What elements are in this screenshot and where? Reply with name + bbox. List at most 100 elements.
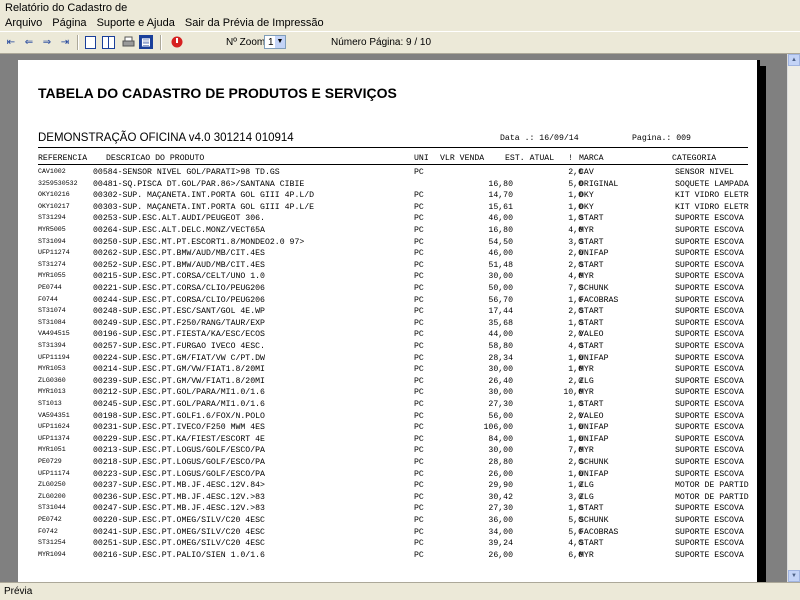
cell-marca: SCHUNK: [579, 458, 609, 467]
cell-desc: 00244-SUP.ESC.PT.CORSA/CLIO/PEUG206: [93, 295, 265, 305]
cell-desc: 00264-SUP.ESC.ALT.DELC.MONZ/VECT65A: [93, 226, 265, 235]
preview-area[interactable]: TABELA DO CADASTRO DE PRODUTOS E SERVIÇO…: [0, 54, 787, 582]
cell-marca: START: [579, 260, 604, 270]
cell-vlr: 30,00: [488, 388, 513, 398]
last-page-icon[interactable]: ⇥: [58, 35, 72, 49]
menu-arquivo[interactable]: Arquivo: [0, 16, 47, 31]
menu-pagina[interactable]: Página: [47, 16, 91, 31]
cell-marca: MYR: [579, 226, 594, 235]
cell-desc: 00212-SUP.ESC.PT.GOL/PARA/MI1.0/1.6: [93, 388, 265, 398]
table-row: F0744 00244-SUP.ESC.PT.CORSA/CLIO/PEUG206…: [18, 296, 758, 307]
report-page-number: Pagina.: 009: [632, 134, 691, 143]
cell-cat: MOTOR DE PARTID: [675, 492, 749, 502]
cell-ref: ST31044: [38, 504, 66, 512]
cell-uni: PC: [414, 272, 424, 282]
cell-ref: F0744: [38, 295, 58, 303]
cell-vlr: 29,90: [488, 481, 513, 491]
table-row: MYR1051 00213-SUP.ESC.PT.LOGUS/GOLF/ESCO/…: [18, 446, 758, 457]
scroll-up-icon[interactable]: ▲: [788, 54, 800, 66]
col-header-uni: UNI: [414, 154, 429, 163]
save-icon[interactable]: ▤: [139, 35, 153, 49]
cell-desc: 00220-SUP.ESC.PT.OMEG/SILV/C20 4ESC: [93, 516, 265, 525]
cell-marca: START: [579, 342, 604, 351]
table-row: ST31274 00252-SUP.ESC.PT.BMW/AUD/MB/CIT.4…: [18, 261, 758, 272]
cell-marca: VALEO: [579, 411, 604, 421]
cell-desc: 00245-SUP.ESC.PT.GOL/PARA/MI1.0/1.6: [93, 400, 265, 409]
cell-desc: 00221-SUP.ESC.PT.CORSA/CLIO/PEUG206: [93, 284, 265, 293]
cell-ref: ST31254: [38, 539, 66, 547]
table-row: UFP11374 00229-SUP.ESC.PT.KA/FIEST/ESCORT…: [18, 435, 758, 446]
cell-vlr: 16,80: [488, 226, 513, 235]
cell-cat: SUPORTE ESCOVA: [675, 318, 744, 328]
table-row: MYR1055 00215-SUP.ESC.PT.CORSA/CELT/UNO 1…: [18, 272, 758, 283]
cell-desc: 00213-SUP.ESC.PT.LOGUS/GOLF/ESCO/PA: [93, 446, 265, 456]
cell-marca: MYR: [579, 388, 594, 398]
cell-ref: VA594351: [38, 411, 70, 419]
cell-cat: SUPORTE ESCOVA: [675, 550, 744, 560]
cell-uni: PC: [414, 481, 424, 491]
header-top-rule: [38, 147, 748, 148]
zoom-select[interactable]: 1 ▼: [264, 35, 286, 49]
cell-uni: PC: [414, 492, 424, 502]
cell-uni: PC: [414, 249, 424, 259]
cell-ref: UFP11624: [38, 423, 70, 431]
cell-marca: START: [579, 214, 604, 224]
cell-marca: SCHUNK: [579, 516, 609, 525]
cell-desc: 00250-SUP.ESC.MT.PT.ESCORT1.8/MONDEO2.0 …: [93, 237, 305, 247]
cell-vlr: 28,80: [488, 458, 513, 467]
cell-desc: 00249-SUP.ESC.PT.F250/RANG/TAUR/EXP: [93, 318, 265, 328]
cell-marca: OKY: [579, 202, 594, 212]
cell-vlr: 36,00: [488, 516, 513, 525]
cell-marca: UNIFAP: [579, 423, 609, 433]
cell-ref: ZLG0250: [38, 481, 66, 489]
cell-ref: PE0742: [38, 516, 62, 523]
cell-marca: ORIGINAL: [579, 179, 619, 189]
table-row: MYR1013 00212-SUP.ESC.PT.GOL/PARA/MI1.0/1…: [18, 388, 758, 399]
cell-desc: 00196-SUP.ESC.PT.FIESTA/KA/ESC/ECOS: [93, 330, 265, 340]
cell-ref: PE0729: [38, 458, 62, 465]
table-row: ST31044 00247-SUP.ESC.PT.MB.JF.4ESC.12V.>…: [18, 504, 758, 515]
cell-ref: MYR1053: [38, 365, 66, 373]
next-page-icon[interactable]: ⇒: [40, 35, 54, 49]
menu-suporte[interactable]: Suporte e Ajuda: [92, 16, 180, 31]
cell-ref: UFP11374: [38, 434, 70, 442]
scroll-down-icon[interactable]: ▼: [788, 570, 800, 582]
cell-uni: PC: [414, 342, 424, 351]
cell-cat: KIT VIDRO ELETR: [675, 202, 749, 212]
chevron-down-icon[interactable]: ▼: [275, 36, 285, 48]
cell-vlr: 17,44: [488, 307, 513, 317]
table-row: 3259530532 00481-SQ.PISCA DT.GOL/PAR.86>/…: [18, 180, 758, 191]
cell-uni: PC: [414, 423, 424, 433]
cell-uni: PC: [414, 365, 424, 375]
company-name: DEMONSTRAÇÃO OFICINA v4.0 301214 010914: [38, 132, 294, 144]
print-icon[interactable]: [121, 35, 135, 49]
cell-marca: UNIFAP: [579, 353, 609, 363]
table-row: ST31074 00248-SUP.ESC.PT.ESC/SANT/GOL 4E.…: [18, 307, 758, 318]
cell-uni: PC: [414, 260, 424, 270]
first-page-icon[interactable]: ⇤: [4, 35, 18, 49]
cell-ref: MYR1051: [38, 446, 66, 454]
cell-ref: ZLG0200: [38, 492, 66, 500]
cell-ref: MYR1013: [38, 388, 66, 396]
cell-uni: PC: [414, 226, 424, 235]
cell-uni: PC: [414, 539, 424, 549]
cell-marca: MYR: [579, 272, 594, 282]
col-header-marca: MARCA: [579, 154, 604, 163]
single-page-icon[interactable]: [83, 35, 97, 49]
menu-sair[interactable]: Sair da Prévia de Impressão: [180, 16, 329, 31]
two-pages-icon[interactable]: [101, 35, 115, 49]
cell-cat: KIT VIDRO ELETR: [675, 191, 749, 201]
cell-desc: 00303-SUP. MAÇANETA.INT.PORTA GOL GIII 4…: [93, 202, 315, 212]
cell-marca: START: [579, 307, 604, 317]
prev-page-icon[interactable]: ⇐: [22, 35, 36, 49]
table-row: OKY10217 00303-SUP. MAÇANETA.INT.PORTA GO…: [18, 203, 758, 214]
exit-icon[interactable]: [170, 35, 184, 49]
cell-vlr: 39,24: [488, 539, 513, 549]
table-row: ST31254 00251-SUP.ESC.PT.OMEG/SILV/C20 4E…: [18, 539, 758, 550]
cell-desc: 00262-SUP.ESC.PT.BMW/AUD/MB/CIT.4ES: [93, 249, 265, 259]
vertical-scrollbar[interactable]: ▲ ▼: [787, 54, 800, 582]
cell-cat: SUPORTE ESCOVA: [675, 295, 744, 305]
cell-cat: SUPORTE ESCOVA: [675, 411, 744, 421]
cell-marca: FACOBRAS: [579, 295, 619, 305]
cell-desc: 00481-SQ.PISCA DT.GOL/PAR.86>/SANTANA CI…: [93, 179, 305, 189]
